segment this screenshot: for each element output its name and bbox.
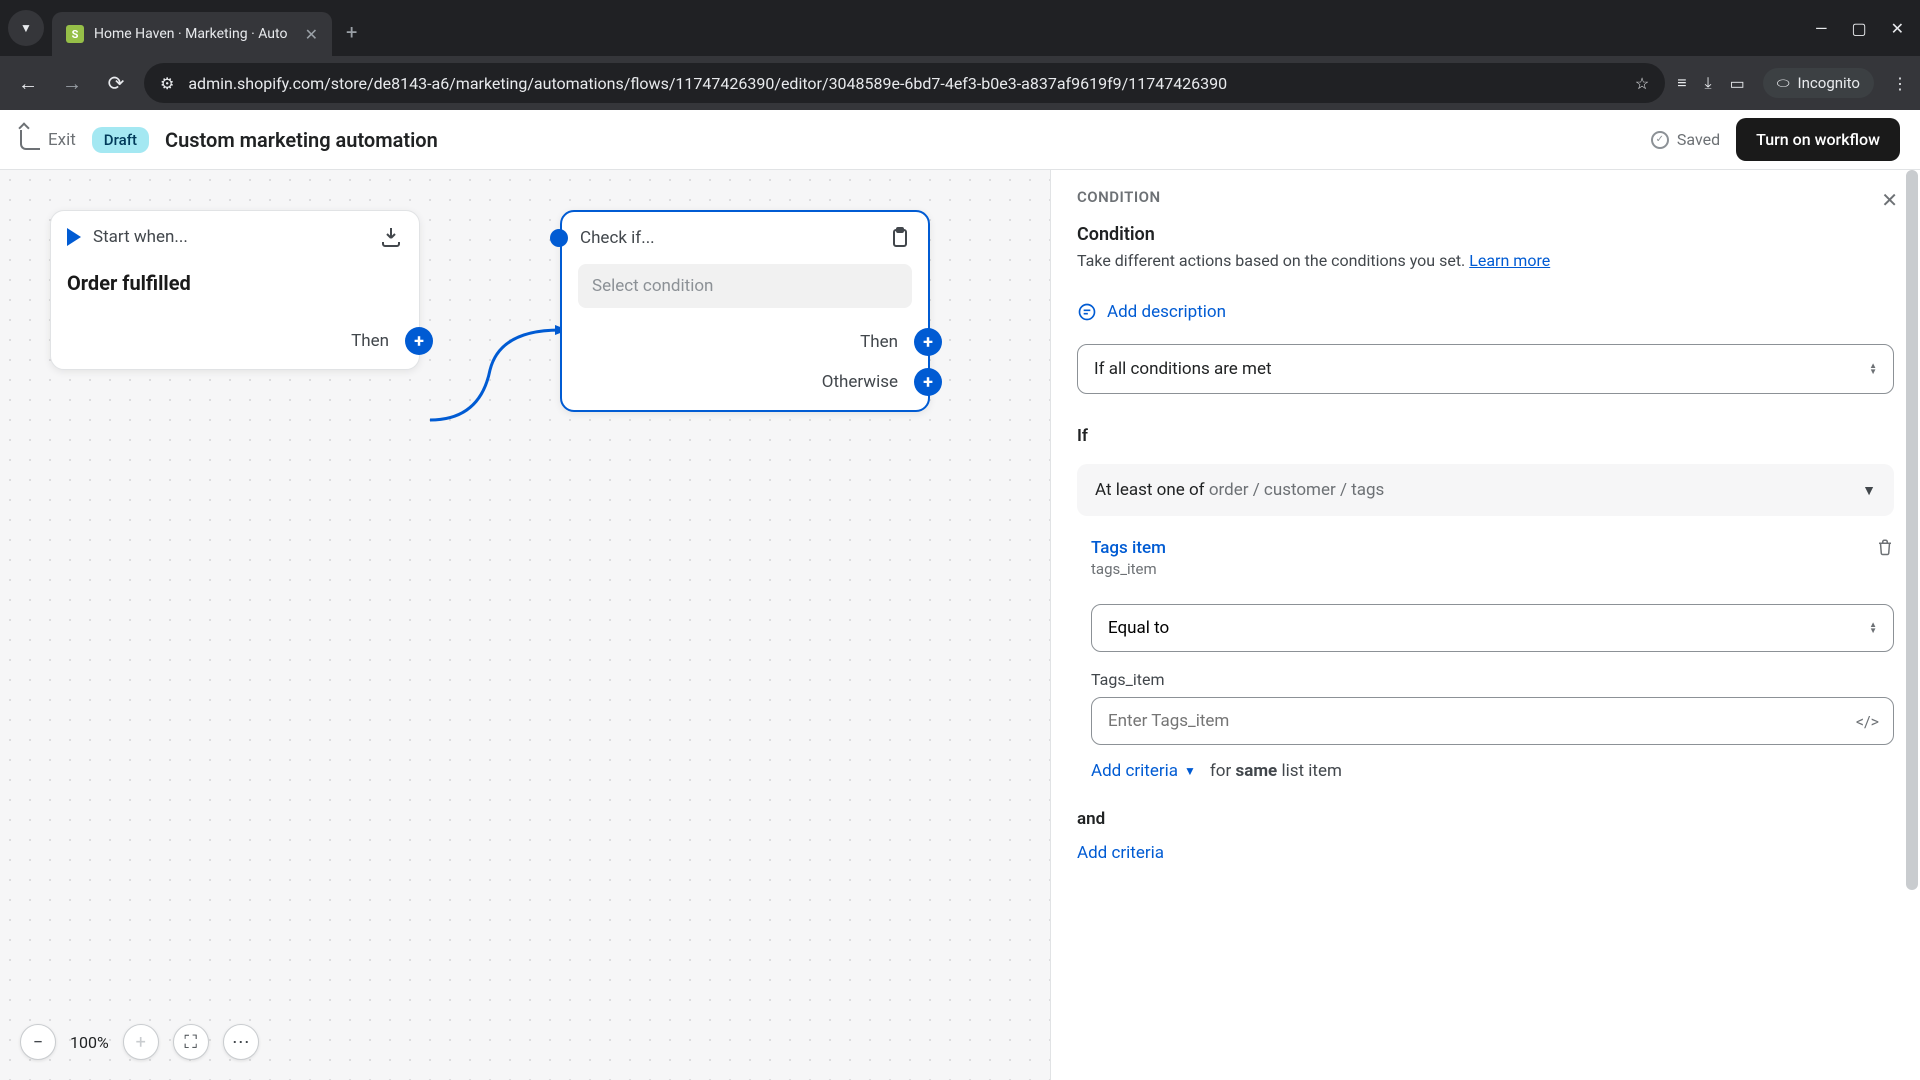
condition-node[interactable]: Check if... Select condition Then + Othe…: [560, 210, 930, 412]
draft-badge: Draft: [92, 127, 149, 153]
select-condition-placeholder[interactable]: Select condition: [578, 264, 912, 308]
criteria-title[interactable]: Tags item: [1091, 538, 1166, 558]
condition-node-title: Check if...: [580, 228, 876, 248]
zoom-in-button[interactable]: +: [123, 1024, 159, 1060]
chevron-down-icon: ▼: [1184, 764, 1196, 778]
tab-search-button[interactable]: ▼: [8, 10, 44, 46]
operator-value: Equal to: [1108, 618, 1169, 638]
zoom-level: 100%: [70, 1033, 109, 1052]
operator-select[interactable]: Equal to ▲▼: [1091, 604, 1894, 652]
zoom-out-button[interactable]: −: [20, 1024, 56, 1060]
condition-group-text: At least one of order / customer / tags: [1095, 480, 1384, 500]
trigger-node[interactable]: Start when... Order fulfilled Then +: [50, 210, 420, 370]
tab-title: Home Haven · Marketing · Auto: [94, 26, 295, 42]
import-icon: [379, 225, 403, 249]
panel-description: Take different actions based on the cond…: [1077, 251, 1894, 270]
close-window-icon[interactable]: ✕: [1891, 19, 1904, 38]
close-tab-icon[interactable]: ✕: [305, 25, 318, 44]
add-otherwise-button[interactable]: +: [914, 368, 942, 396]
maximize-icon[interactable]: ▢: [1851, 19, 1866, 38]
add-criteria-button[interactable]: Add criteria: [1051, 839, 1920, 883]
add-description-button[interactable]: Add description: [1051, 280, 1920, 344]
select-arrows-icon: ▲▼: [1869, 622, 1877, 634]
shopify-favicon: S: [66, 25, 84, 43]
add-then-button[interactable]: +: [914, 328, 942, 356]
window-controls: — ▢ ✕: [1815, 19, 1912, 38]
for-same-text: for same list item: [1210, 761, 1342, 781]
scrollbar[interactable]: [1906, 170, 1918, 890]
check-icon: ✓: [1651, 131, 1669, 149]
url-text: admin.shopify.com/store/de8143-a6/market…: [188, 74, 1621, 93]
exit-arrow-icon: [20, 130, 40, 150]
condition-group[interactable]: At least one of order / customer / tags …: [1077, 464, 1894, 516]
if-label: If: [1051, 416, 1920, 456]
reader-icon[interactable]: ▭: [1730, 74, 1745, 93]
site-info-icon[interactable]: ⚙: [160, 74, 174, 93]
browser-toolbar: ← → ⟳ ⚙ admin.shopify.com/store/de8143-a…: [0, 56, 1920, 110]
forward-button[interactable]: →: [56, 71, 88, 96]
trigger-node-title: Start when...: [93, 227, 367, 247]
trigger-name: Order fulfilled: [67, 263, 403, 303]
connector-line: [420, 320, 570, 440]
close-panel-icon[interactable]: ✕: [1881, 188, 1898, 212]
chevron-down-icon: ▼: [1862, 482, 1876, 499]
exit-label: Exit: [48, 130, 76, 150]
incognito-badge[interactable]: ⬭ Incognito: [1763, 68, 1874, 98]
canvas-controls: − 100% + ⛶ ⋯: [20, 1024, 259, 1060]
incognito-label: Incognito: [1798, 74, 1860, 92]
panel-section-label: CONDITION: [1077, 188, 1894, 206]
back-button[interactable]: ←: [12, 71, 44, 96]
condition-dot-icon: [550, 229, 568, 247]
turn-on-workflow-button[interactable]: Turn on workflow: [1736, 118, 1900, 161]
match-mode-select[interactable]: If all conditions are met ▲▼: [1077, 344, 1894, 394]
description-icon: [1077, 302, 1097, 322]
exit-button[interactable]: Exit: [20, 130, 76, 150]
more-canvas-button[interactable]: ⋯: [223, 1024, 259, 1060]
address-bar[interactable]: ⚙ admin.shopify.com/store/de8143-a6/mark…: [144, 63, 1665, 103]
incognito-icon: ⬭: [1777, 74, 1790, 92]
new-tab-button[interactable]: +: [346, 20, 357, 44]
add-description-label: Add description: [1107, 302, 1226, 322]
panel-title: Condition: [1077, 224, 1894, 245]
code-icon[interactable]: </>: [1842, 712, 1893, 731]
select-arrows-icon: ▲▼: [1869, 363, 1877, 375]
reload-button[interactable]: ⟳: [100, 71, 132, 95]
minimize-icon[interactable]: —: [1815, 19, 1828, 38]
page-title: Custom marketing automation: [165, 128, 438, 152]
saved-label: Saved: [1677, 130, 1720, 149]
menu-icon[interactable]: ⋮: [1892, 74, 1908, 93]
playlist-icon[interactable]: ≡: [1677, 73, 1686, 93]
play-icon: [67, 228, 81, 246]
app-header: Exit Draft Custom marketing automation ✓…: [0, 110, 1920, 170]
criteria-subtitle: tags_item: [1091, 560, 1166, 578]
value-field-label: Tags_item: [1091, 670, 1894, 689]
workflow-canvas[interactable]: Start when... Order fulfilled Then + Che…: [0, 170, 1050, 1080]
learn-more-link[interactable]: Learn more: [1469, 251, 1550, 270]
delete-criteria-icon[interactable]: [1876, 538, 1894, 561]
otherwise-label: Otherwise: [822, 372, 898, 392]
then-label: Then: [860, 332, 898, 352]
saved-indicator: ✓ Saved: [1651, 130, 1720, 149]
condition-panel: CONDITION ✕ Condition Take different act…: [1050, 170, 1920, 1080]
and-label: and: [1051, 781, 1920, 839]
bookmark-icon[interactable]: ☆: [1635, 74, 1649, 93]
clipboard-icon: [888, 226, 912, 250]
add-criteria-same-item[interactable]: Add criteria ▼: [1091, 761, 1196, 781]
value-input-wrapper: </>: [1091, 697, 1894, 745]
then-label: Then: [351, 331, 389, 351]
match-mode-value: If all conditions are met: [1094, 359, 1272, 379]
fit-view-button[interactable]: ⛶: [173, 1024, 209, 1060]
browser-tab-strip: ▼ S Home Haven · Marketing · Auto ✕ + — …: [0, 0, 1920, 56]
tags-item-input[interactable]: [1092, 698, 1842, 744]
downloads-icon[interactable]: ⤓: [1705, 73, 1712, 93]
browser-tab[interactable]: S Home Haven · Marketing · Auto ✕: [52, 12, 332, 56]
